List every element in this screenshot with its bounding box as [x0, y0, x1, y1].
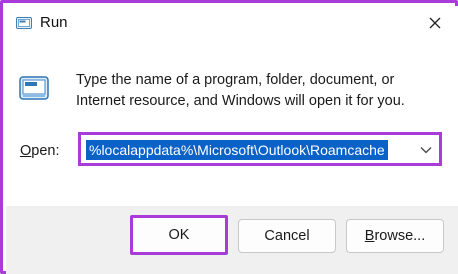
- dialog-body: Type the name of a program, folder, docu…: [6, 38, 458, 206]
- close-icon: [429, 17, 441, 29]
- open-label-rest: pen:: [31, 143, 60, 159]
- open-label: Open:: [20, 143, 60, 159]
- title-bar: Run: [6, 6, 458, 38]
- open-input[interactable]: %localappdata%\Microsoft\Outlook\Roamcac…: [86, 140, 388, 160]
- button-bar: OK Cancel Browse...: [6, 206, 458, 274]
- cancel-button[interactable]: Cancel: [238, 219, 336, 253]
- ok-button[interactable]: OK: [130, 215, 228, 255]
- run-icon: [16, 16, 32, 29]
- window-title: Run: [40, 14, 68, 31]
- run-dialog: Run Type the name of a program, folder, …: [0, 0, 458, 274]
- browse-accelerator: B: [364, 228, 375, 244]
- open-label-accelerator: O: [20, 143, 32, 159]
- close-button[interactable]: [424, 12, 446, 34]
- open-combobox[interactable]: %localappdata%\Microsoft\Outlook\Roamcac…: [78, 132, 442, 166]
- chevron-down-icon: [420, 147, 432, 154]
- run-icon: [19, 76, 49, 100]
- dropdown-button[interactable]: [417, 141, 435, 159]
- browse-button[interactable]: Browse...: [346, 219, 444, 253]
- browse-label-rest: rowse...: [374, 228, 426, 244]
- description-text: Type the name of a program, folder, docu…: [76, 72, 405, 109]
